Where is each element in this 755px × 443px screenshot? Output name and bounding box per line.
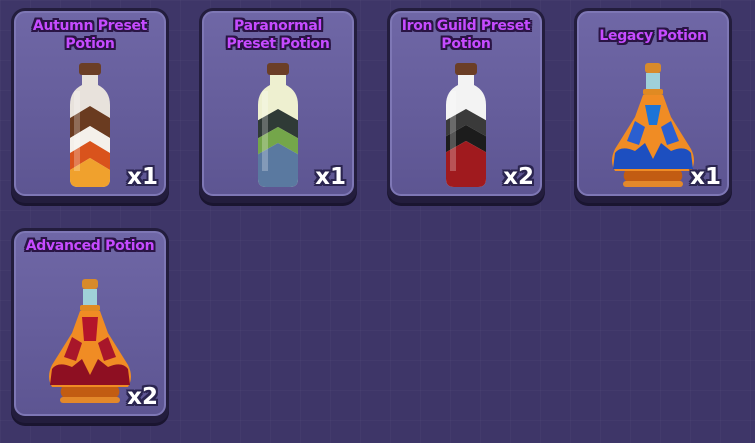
slot-panel: Legacy Potion x1 bbox=[577, 11, 729, 196]
item-quantity: x1 bbox=[127, 164, 158, 190]
item-quantity: x1 bbox=[315, 164, 346, 190]
inventory-slot-autumn-preset-potion[interactable]: Autumn Preset Potion x1 bbox=[11, 8, 169, 203]
slot-panel: Iron Guild Preset Potion x2 bbox=[390, 11, 542, 196]
item-quantity: x2 bbox=[127, 384, 158, 410]
inventory-slot-iron-guild-preset-potion[interactable]: Iron Guild Preset Potion x2 bbox=[387, 8, 545, 203]
inventory-slot-advanced-potion[interactable]: Advanced Potion x2 bbox=[11, 228, 169, 423]
inventory-slot-legacy-potion[interactable]: Legacy Potion x1 bbox=[574, 8, 732, 203]
advanced-potion-icon bbox=[49, 279, 131, 403]
item-quantity: x1 bbox=[690, 164, 721, 190]
item-name: Iron Guild Preset Potion bbox=[401, 18, 531, 52]
item-name: Advanced Potion bbox=[25, 238, 155, 254]
slot-panel: Paranormal Preset Potion x1 bbox=[202, 11, 354, 196]
paranormal-potion-icon bbox=[258, 63, 298, 187]
inventory-slot-paranormal-preset-potion[interactable]: Paranormal Preset Potion x1 bbox=[199, 8, 357, 203]
item-name: Autumn Preset Potion bbox=[32, 18, 148, 52]
item-quantity: x2 bbox=[503, 164, 534, 190]
item-name: Paranormal Preset Potion bbox=[226, 18, 330, 52]
item-name: Legacy Potion bbox=[599, 28, 707, 44]
iron-guild-potion-icon bbox=[446, 63, 486, 187]
autumn-potion-icon bbox=[70, 63, 110, 187]
slot-panel: Autumn Preset Potion x1 bbox=[14, 11, 166, 196]
slot-panel: Advanced Potion x2 bbox=[14, 231, 166, 416]
legacy-potion-icon bbox=[612, 63, 694, 187]
